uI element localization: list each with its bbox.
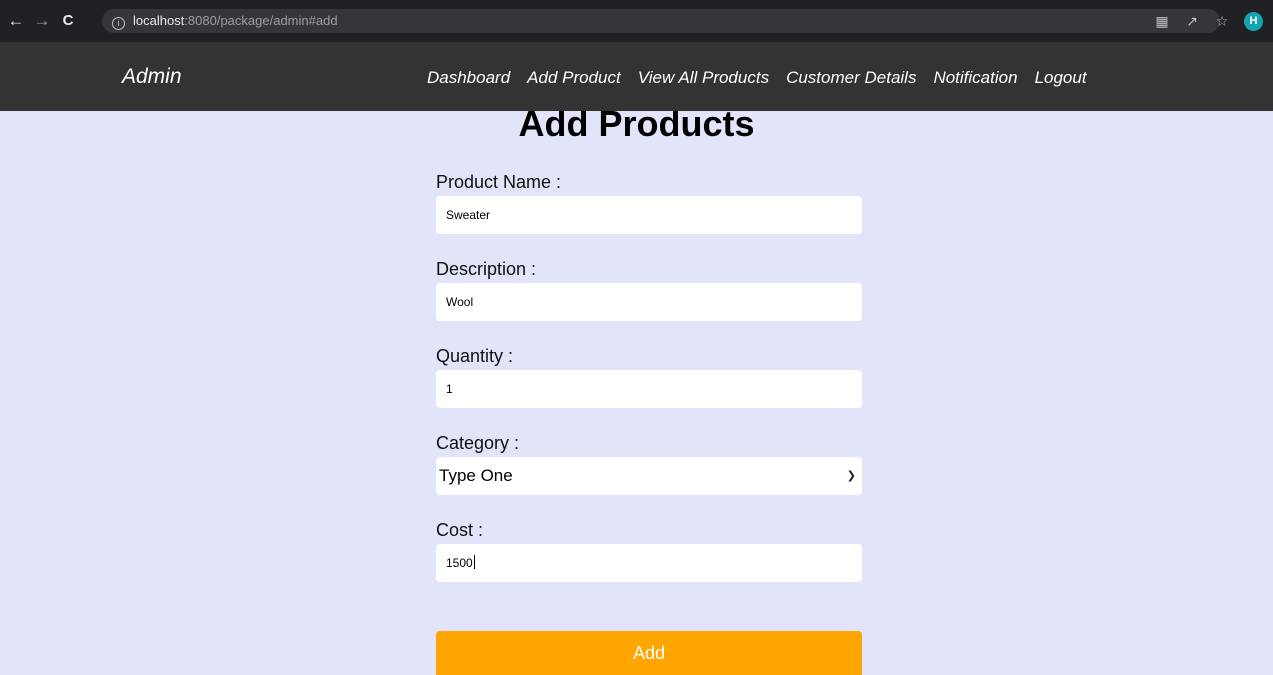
nav-link-customer-details[interactable]: Customer Details	[786, 67, 916, 89]
browser-toolbar: ← → C i localhost:8080/package/admin#add …	[0, 0, 1273, 42]
category-selected-value: Type One	[439, 466, 513, 485]
chevron-down-icon: ❯	[846, 470, 856, 482]
description-input[interactable]: Wool	[436, 283, 862, 321]
nav-link-logout[interactable]: Logout	[1035, 67, 1087, 89]
url-path: :8080/package/admin#add	[184, 13, 338, 28]
category-label: Category :	[436, 433, 520, 453]
forward-arrow-icon[interactable]: →	[32, 11, 52, 31]
translate-icon[interactable]: ▦	[1154, 13, 1170, 30]
reload-icon[interactable]: C	[58, 11, 78, 31]
product-name-label: Product Name :	[436, 172, 562, 192]
star-icon[interactable]: ☆	[1214, 13, 1230, 30]
nav-link-view-all-products[interactable]: View All Products	[638, 67, 769, 89]
url-host: localhost	[133, 13, 185, 28]
cost-input[interactable]: 1500	[436, 544, 862, 582]
cost-label: Cost :	[436, 520, 484, 540]
text-caret	[473, 555, 475, 569]
address-bar[interactable]: i localhost:8080/package/admin#add	[102, 9, 1220, 33]
cost-value: 1500	[446, 556, 473, 570]
back-arrow-icon[interactable]: ←	[6, 11, 26, 31]
nav-link-notification[interactable]: Notification	[933, 67, 1017, 89]
info-icon[interactable]: i	[112, 17, 125, 30]
description-label: Description :	[436, 259, 537, 279]
nav-link-add-product[interactable]: Add Product	[527, 67, 621, 89]
browser-actions: ▦ ↗ ☆ H	[1154, 11, 1263, 31]
quantity-label: Quantity :	[436, 346, 514, 366]
profile-avatar[interactable]: H	[1244, 11, 1263, 31]
brand-title[interactable]: Admin	[122, 65, 182, 89]
product-name-input[interactable]: Sweater	[436, 196, 862, 234]
nav-link-dashboard[interactable]: Dashboard	[427, 67, 510, 89]
quantity-input[interactable]: 1	[436, 370, 862, 408]
app-navbar: Admin Dashboard Add Product View All Pro…	[0, 42, 1273, 111]
nav-links: Dashboard Add Product View All Products …	[427, 67, 1087, 89]
add-button[interactable]: Add	[436, 631, 862, 675]
share-icon[interactable]: ↗	[1184, 13, 1200, 30]
category-select[interactable]: Type One ❯	[436, 457, 862, 495]
